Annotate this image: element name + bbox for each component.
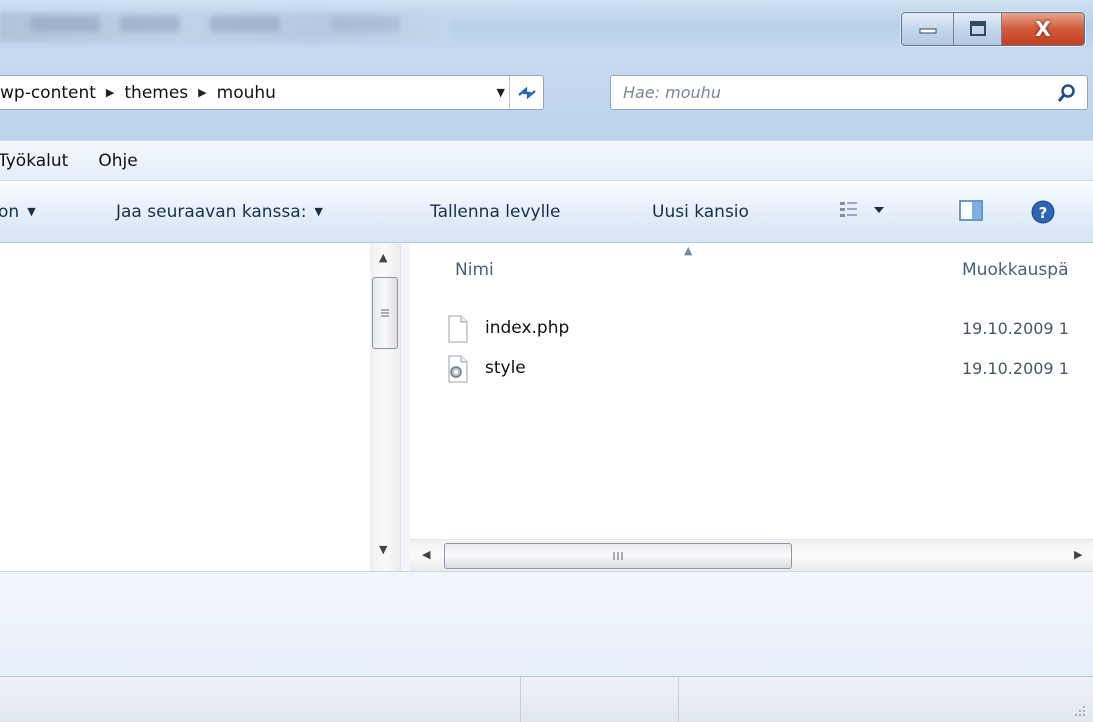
address-history-dropdown-icon[interactable]: ▼ xyxy=(497,86,505,99)
css-file-icon xyxy=(448,355,468,383)
file-name: style xyxy=(485,358,526,378)
breadcrumb-separator-icon[interactable]: ▶ xyxy=(198,86,206,99)
refresh-button[interactable] xyxy=(509,76,543,109)
status-divider xyxy=(678,677,679,722)
details-view-icon xyxy=(840,202,884,217)
blurred-tab xyxy=(210,16,280,32)
svg-text:?: ? xyxy=(1039,204,1048,222)
file-date: 19.10.2009 1 xyxy=(962,318,1069,338)
search-input[interactable] xyxy=(623,83,1023,102)
help-button[interactable]: ? xyxy=(1030,199,1058,230)
file-list-scrollbar[interactable]: ◀ ▶ xyxy=(410,539,1093,571)
close-icon: X xyxy=(1035,17,1051,41)
file-name: index.php xyxy=(485,318,570,338)
breadcrumb-wp-content[interactable]: wp-content xyxy=(0,83,96,103)
navigation-pane[interactable] xyxy=(0,243,400,571)
column-header-modified[interactable]: Muokkauspä xyxy=(962,260,1069,280)
menu-bar: Työkalut Ohje xyxy=(0,140,1093,180)
nav-pane-scrollbar[interactable]: ▲ ▼ xyxy=(370,243,400,571)
help-icon: ? xyxy=(1031,200,1055,224)
scroll-down-arrow-icon[interactable]: ▼ xyxy=(379,543,387,556)
burn-button[interactable]: Tallenna levylle xyxy=(430,202,560,222)
file-row[interactable]: index.php 19.10.2009 1 xyxy=(410,313,1093,343)
grip-icon xyxy=(613,552,623,560)
chevron-down-icon: ▼ xyxy=(27,205,36,218)
sort-ascending-icon: ▲ xyxy=(684,244,693,257)
maximize-button[interactable] xyxy=(954,13,1002,45)
breadcrumb-separator-icon[interactable]: ▶ xyxy=(106,86,114,99)
breadcrumb-themes[interactable]: themes xyxy=(124,83,188,103)
breadcrumb-mouhu[interactable]: mouhu xyxy=(217,83,276,103)
search-icon[interactable] xyxy=(1057,83,1077,103)
blurred-tab xyxy=(330,16,400,32)
window-controls: X xyxy=(901,12,1085,46)
close-button[interactable]: X xyxy=(1002,13,1084,45)
details-pane xyxy=(0,571,1093,676)
grip-icon xyxy=(381,309,389,317)
menu-item-help[interactable]: Ohje xyxy=(98,151,149,171)
blurred-tab xyxy=(30,16,100,32)
minimize-button[interactable] xyxy=(902,13,954,45)
resize-grip-icon[interactable] xyxy=(1073,704,1087,718)
file-date: 19.10.2009 1 xyxy=(962,358,1069,378)
scroll-thumb[interactable] xyxy=(444,543,792,569)
breadcrumb: wp-content ▶ themes ▶ mouhu xyxy=(0,83,276,103)
scroll-left-arrow-icon[interactable]: ◀ xyxy=(422,548,430,561)
status-divider xyxy=(520,677,521,722)
refresh-icon xyxy=(517,86,536,99)
menu-item-tools[interactable]: Työkalut xyxy=(0,151,80,171)
new-folder-button[interactable]: Uusi kansio xyxy=(652,202,749,222)
share-with-menu[interactable]: Jaa seuraavan kanssa: ▼ xyxy=(116,202,323,222)
search-box[interactable] xyxy=(610,75,1088,110)
minimize-icon xyxy=(919,28,936,34)
column-header-name[interactable]: Nimi xyxy=(455,260,494,280)
address-bar[interactable]: wp-content ▶ themes ▶ mouhu ▼ xyxy=(0,75,544,110)
blank-file-icon xyxy=(448,315,468,343)
maximize-icon xyxy=(969,21,986,36)
command-bar: on ▼ Jaa seuraavan kanssa: ▼ Tallenna levy… xyxy=(0,180,1093,243)
preview-pane-button[interactable] xyxy=(958,199,986,228)
preview-pane-icon xyxy=(959,200,983,221)
scroll-right-arrow-icon[interactable]: ▶ xyxy=(1074,548,1082,561)
file-row[interactable]: style 19.10.2009 1 xyxy=(410,353,1093,383)
file-list[interactable]: Nimi Muokkauspä index.php 19.10.2009 1 s… xyxy=(410,243,1093,571)
scroll-up-arrow-icon[interactable]: ▲ xyxy=(379,251,387,264)
status-bar xyxy=(0,676,1093,722)
pane-splitter[interactable] xyxy=(400,243,410,571)
title-bar: X xyxy=(0,0,1093,48)
blurred-tab xyxy=(120,16,180,32)
organize-label: on xyxy=(0,202,20,222)
chevron-down-icon: ▼ xyxy=(314,205,323,218)
share-label: Jaa seuraavan kanssa: xyxy=(116,202,307,222)
organize-menu[interactable]: on ▼ xyxy=(0,202,36,222)
scroll-thumb[interactable] xyxy=(372,277,398,349)
navigation-bar: wp-content ▶ themes ▶ mouhu ▼ xyxy=(0,48,1093,140)
view-options-button[interactable] xyxy=(838,199,898,226)
